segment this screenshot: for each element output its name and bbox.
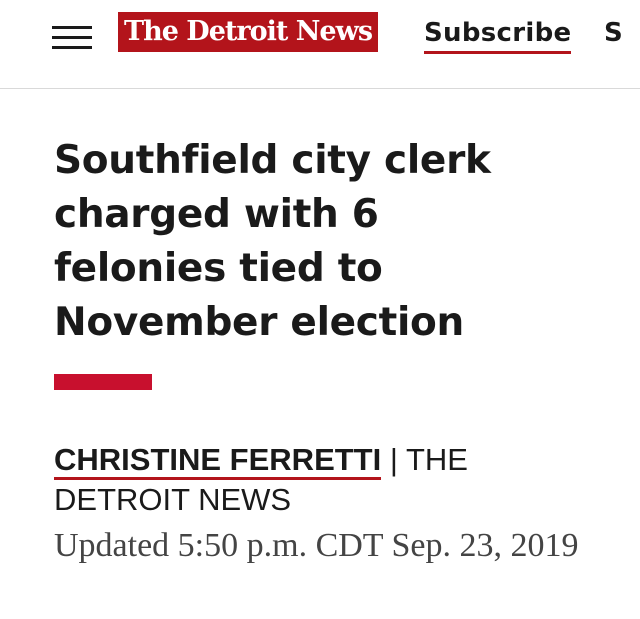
site-logo[interactable]: The Detroit News bbox=[118, 12, 379, 52]
hamburger-menu-icon[interactable] bbox=[52, 20, 92, 52]
author-link[interactable]: CHRISTINE FERRETTI bbox=[54, 442, 382, 480]
menu-line bbox=[52, 26, 92, 29]
menu-line bbox=[52, 46, 92, 49]
headline-divider bbox=[54, 374, 152, 390]
menu-line bbox=[52, 36, 92, 39]
subscribe-link[interactable]: Subscribe bbox=[424, 16, 572, 54]
updated-timestamp: Updated 5:50 p.m. CDT Sep. 23, 2019 bbox=[54, 527, 579, 564]
site-header: The Detroit News Subscribe S bbox=[0, 0, 640, 89]
header-nav-item-cutoff[interactable]: S bbox=[604, 16, 626, 50]
article-headline: Southfield city clerk charged with 6 fel… bbox=[54, 138, 491, 345]
article-byline: CHRISTINE FERRETTI | THE DETROIT NEWS bbox=[54, 440, 594, 520]
byline-separator: | bbox=[381, 442, 406, 477]
